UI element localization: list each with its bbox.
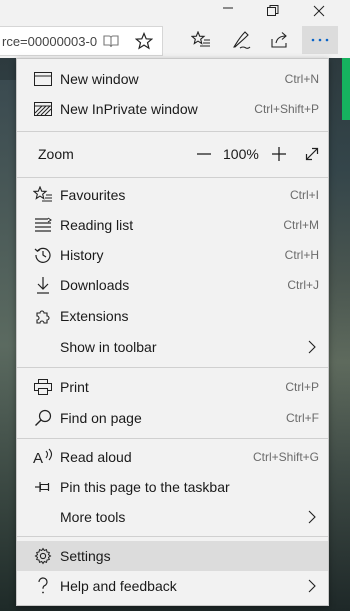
menu-item-print[interactable]: Print Ctrl+P <box>17 372 328 402</box>
menu-item-label: Show in toolbar <box>60 339 157 355</box>
question-icon <box>33 576 53 596</box>
menu-item-label: New InPrivate window <box>60 101 198 117</box>
menu-item-label: History <box>60 247 104 263</box>
plus-icon <box>272 147 286 161</box>
menu-item-shortcut: Ctrl+Shift+G <box>252 450 319 464</box>
menu-item-new-inprivate-window[interactable]: New InPrivate window Ctrl+Shift+P <box>17 94 328 124</box>
download-arrow-icon <box>33 275 53 295</box>
menu-item-label: Favourites <box>60 187 126 203</box>
menu-item-label: Read aloud <box>60 449 132 465</box>
menu-item-shortcut: Ctrl+Shift+P <box>254 102 319 116</box>
menu-item-label: New window <box>60 71 139 87</box>
chevron-right-icon <box>305 579 319 593</box>
menu-item-shortcut: Ctrl+I <box>289 188 319 202</box>
menu-item-help-and-feedback[interactable]: Help and feedback <box>17 571 328 601</box>
menu-item-new-window[interactable]: New window Ctrl+N <box>17 64 328 94</box>
minimize-icon <box>223 7 233 9</box>
menu-item-shortcut: Ctrl+H <box>284 248 319 262</box>
history-clock-icon <box>33 245 53 265</box>
minus-icon <box>197 153 211 155</box>
address-bar[interactable]: rce=00000003-0 <box>0 26 163 56</box>
reading-list-icon <box>33 215 53 235</box>
menu-item-history[interactable]: History Ctrl+H <box>17 240 328 270</box>
menu-item-favourites[interactable]: Favourites Ctrl+I <box>17 180 328 210</box>
menu-item-label: Find on page <box>60 410 142 426</box>
menu-item-label: Extensions <box>60 308 129 324</box>
menu-divider <box>17 536 328 537</box>
menu-item-find-on-page[interactable]: Find on page Ctrl+F <box>17 403 328 433</box>
menu-item-extensions[interactable]: Extensions <box>17 301 328 331</box>
settings-menu: New window Ctrl+N New InPrivate window C… <box>16 58 329 606</box>
zoom-level: 100% <box>223 146 259 162</box>
expand-diagonal-icon <box>305 147 319 161</box>
zoom-row: Zoom 100% <box>17 139 328 169</box>
favorites-hub-button[interactable] <box>184 26 218 54</box>
menu-item-label: Print <box>60 379 89 395</box>
menu-divider <box>17 438 328 439</box>
menu-item-label: Reading list <box>60 217 134 233</box>
pen-icon <box>232 31 251 49</box>
menu-item-label: Help and feedback <box>60 578 177 594</box>
more-dots-icon <box>311 38 329 42</box>
menu-divider <box>17 367 328 368</box>
menu-item-show-in-toolbar[interactable]: Show in toolbar <box>17 332 328 362</box>
puzzle-icon <box>33 306 53 326</box>
star-list-icon <box>191 31 210 47</box>
restore-button[interactable] <box>250 0 296 22</box>
menu-item-label: Settings <box>60 548 111 564</box>
menu-item-shortcut: Ctrl+P <box>285 380 319 394</box>
menu-item-pin-to-taskbar[interactable]: Pin this page to the taskbar <box>17 472 328 502</box>
menu-item-settings[interactable]: Settings <box>17 541 328 571</box>
svg-text:A: A <box>33 450 43 466</box>
menu-item-shortcut: Ctrl+J <box>287 278 319 292</box>
close-icon <box>313 5 325 17</box>
restore-icon <box>267 5 279 16</box>
menu-item-reading-list[interactable]: Reading list Ctrl+M <box>17 210 328 240</box>
menu-item-more-tools[interactable]: More tools <box>17 502 328 532</box>
menu-item-label: More tools <box>60 509 126 525</box>
menu-divider <box>17 131 328 132</box>
full-screen-button[interactable] <box>301 141 323 167</box>
settings-more-button[interactable] <box>302 26 338 54</box>
star-list-icon <box>33 185 53 205</box>
close-window-button[interactable] <box>296 0 342 22</box>
gear-icon <box>33 546 53 566</box>
zoom-label: Zoom <box>38 146 74 162</box>
pin-icon <box>33 477 53 497</box>
menu-item-read-aloud[interactable]: A Read aloud Ctrl+Shift+G <box>17 442 328 472</box>
browser-toolbar: rce=00000003-0 <box>0 22 350 58</box>
minimize-button[interactable] <box>205 0 251 22</box>
read-aloud-icon: A <box>33 447 53 467</box>
zoom-in-button[interactable] <box>268 141 290 167</box>
favorite-star-icon[interactable] <box>135 32 153 50</box>
chevron-right-icon <box>305 340 319 354</box>
menu-item-downloads[interactable]: Downloads Ctrl+J <box>17 270 328 300</box>
page-accent-strip <box>342 58 350 120</box>
share-icon <box>271 32 287 48</box>
printer-icon <box>33 377 53 397</box>
menu-item-shortcut: Ctrl+M <box>283 218 319 232</box>
menu-divider <box>17 177 328 178</box>
menu-item-shortcut: Ctrl+F <box>286 411 319 425</box>
add-notes-button[interactable] <box>224 26 258 54</box>
inprivate-window-icon <box>33 99 53 119</box>
title-bar <box>0 0 350 22</box>
share-button[interactable] <box>263 26 297 54</box>
menu-item-shortcut: Ctrl+N <box>284 72 319 86</box>
menu-item-label: Pin this page to the taskbar <box>60 479 230 495</box>
reading-view-icon[interactable] <box>103 33 119 49</box>
search-icon <box>33 408 53 428</box>
zoom-out-button[interactable] <box>193 141 215 167</box>
chevron-right-icon <box>305 510 319 524</box>
window-icon <box>33 69 53 89</box>
address-text[interactable]: rce=00000003-0 <box>0 34 97 49</box>
menu-item-label: Downloads <box>60 277 130 293</box>
